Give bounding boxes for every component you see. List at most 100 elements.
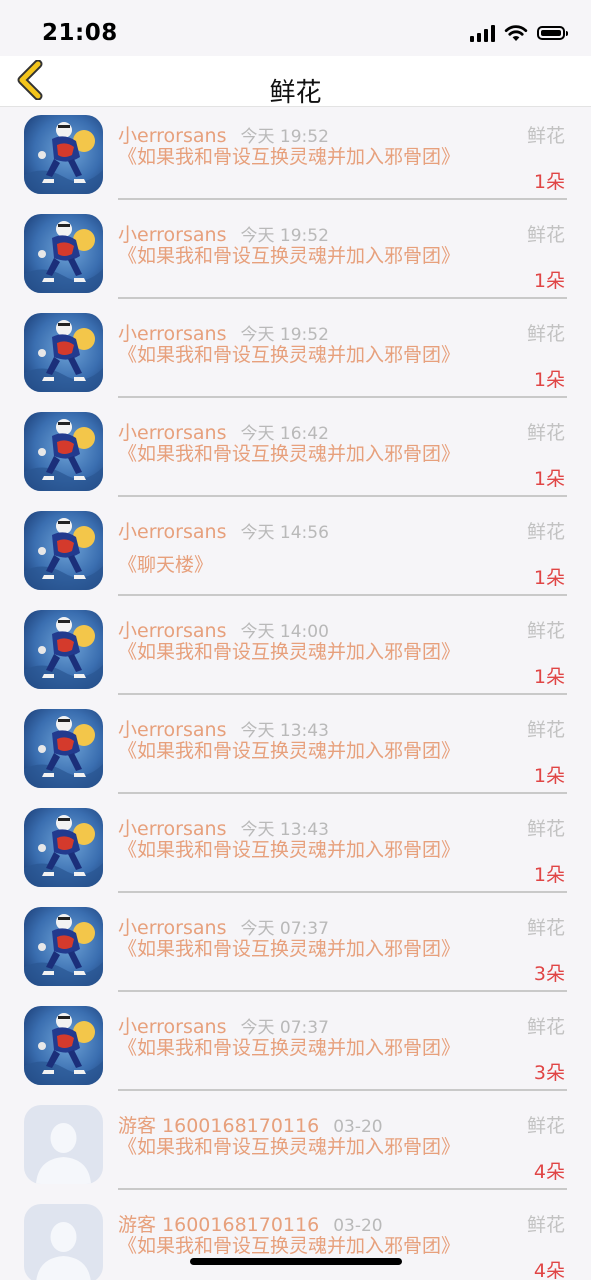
post-title-link[interactable]: 《如果我和骨设互换灵魂并加入邪骨团》 (118, 937, 488, 961)
gift-type-label: 鲜花 (526, 719, 565, 741)
gift-type-label: 鲜花 (526, 1016, 565, 1038)
avatar[interactable] (24, 808, 103, 887)
gift-count: 1朵 (533, 369, 565, 391)
user-name[interactable]: 小errorsans (118, 521, 226, 543)
user-line: 小errorsans 今天 13:43 (118, 814, 329, 841)
avatar[interactable] (24, 511, 103, 590)
list-item-body: 小errorsans 今天 14:00 鲜花 《如果我和骨设互换灵魂并加入邪骨团》… (118, 602, 567, 695)
gift-type-label: 鲜花 (526, 521, 565, 543)
list-item-body: 小errorsans 今天 19:52 鲜花 《如果我和骨设互换灵魂并加入邪骨团》… (118, 206, 567, 299)
list-item-body: 小errorsans 今天 07:37 鲜花 《如果我和骨设互换灵魂并加入邪骨团》… (118, 899, 567, 992)
user-name[interactable]: 小errorsans (118, 719, 226, 741)
list-item-4[interactable]: 小errorsans 今天 16:42 鲜花 《如果我和骨设互换灵魂并加入邪骨团》… (0, 404, 591, 503)
list-item-7[interactable]: 小errorsans 今天 13:43 鲜花 《如果我和骨设互换灵魂并加入邪骨团》… (0, 701, 591, 800)
status-bar: 21:08 (0, 0, 591, 56)
list-item-5[interactable]: 小errorsans 今天 14:56 鲜花 《聊天楼》 1朵 (0, 503, 591, 602)
gift-count: 4朵 (533, 1260, 565, 1280)
user-line: 小errorsans 今天 19:52 (118, 121, 329, 148)
list-item-body: 小errorsans 今天 19:52 鲜花 《如果我和骨设互换灵魂并加入邪骨团》… (118, 107, 567, 200)
gift-count: 3朵 (533, 963, 565, 985)
timestamp: 今天 19:52 (240, 325, 329, 345)
user-line: 小errorsans 今天 14:00 (118, 616, 329, 643)
gift-type-label: 鲜花 (526, 1214, 565, 1236)
user-line: 小errorsans 今天 13:43 (118, 715, 329, 742)
default-avatar-image (24, 1204, 103, 1280)
list-item-8[interactable]: 小errorsans 今天 13:43 鲜花 《如果我和骨设互换灵魂并加入邪骨团》… (0, 800, 591, 899)
gift-count: 1朵 (533, 864, 565, 886)
avatar[interactable] (24, 907, 103, 986)
gift-count: 1朵 (533, 270, 565, 292)
character-avatar-image (24, 808, 103, 887)
avatar[interactable] (24, 1006, 103, 1085)
gift-count: 1朵 (533, 567, 565, 589)
user-name[interactable]: 小errorsans (118, 1016, 226, 1038)
battery-icon (537, 26, 568, 40)
gift-count: 1朵 (533, 468, 565, 490)
list-item-6[interactable]: 小errorsans 今天 14:00 鲜花 《如果我和骨设互换灵魂并加入邪骨团》… (0, 602, 591, 701)
timestamp: 今天 19:52 (240, 127, 329, 147)
post-title-link[interactable]: 《如果我和骨设互换灵魂并加入邪骨团》 (118, 640, 488, 664)
user-name[interactable]: 游客 1600168170116 (118, 1214, 319, 1236)
post-title-link[interactable]: 《如果我和骨设互换灵魂并加入邪骨团》 (118, 145, 488, 169)
timestamp: 今天 14:00 (240, 622, 329, 642)
list-item-3[interactable]: 小errorsans 今天 19:52 鲜花 《如果我和骨设互换灵魂并加入邪骨团》… (0, 305, 591, 404)
user-name[interactable]: 小errorsans (118, 224, 226, 246)
list-item-body: 小errorsans 今天 16:42 鲜花 《如果我和骨设互换灵魂并加入邪骨团》… (118, 404, 567, 497)
timestamp: 今天 07:37 (240, 919, 329, 939)
timestamp: 今天 13:43 (240, 820, 329, 840)
avatar[interactable] (24, 1105, 103, 1184)
gift-count: 4朵 (533, 1161, 565, 1183)
gift-type-label: 鲜花 (526, 818, 565, 840)
character-avatar-image (24, 610, 103, 689)
post-title-link[interactable]: 《聊天楼》 (118, 553, 488, 577)
user-line: 小errorsans 今天 19:52 (118, 220, 329, 247)
list-item-10[interactable]: 小errorsans 今天 07:37 鲜花 《如果我和骨设互换灵魂并加入邪骨团》… (0, 998, 591, 1097)
post-title-link[interactable]: 《如果我和骨设互换灵魂并加入邪骨团》 (118, 739, 488, 763)
list-item-2[interactable]: 小errorsans 今天 19:52 鲜花 《如果我和骨设互换灵魂并加入邪骨团》… (0, 206, 591, 305)
user-name[interactable]: 游客 1600168170116 (118, 1115, 319, 1137)
avatar[interactable] (24, 214, 103, 293)
avatar[interactable] (24, 610, 103, 689)
post-title-link[interactable]: 《如果我和骨设互换灵魂并加入邪骨团》 (118, 1234, 488, 1258)
avatar[interactable] (24, 1204, 103, 1280)
gift-record-list: 小errorsans 今天 19:52 鲜花 《如果我和骨设互换灵魂并加入邪骨团》… (0, 107, 591, 1280)
avatar[interactable] (24, 709, 103, 788)
post-title-link[interactable]: 《如果我和骨设互换灵魂并加入邪骨团》 (118, 1135, 488, 1159)
post-title-link[interactable]: 《如果我和骨设互换灵魂并加入邪骨团》 (118, 343, 488, 367)
list-item-9[interactable]: 小errorsans 今天 07:37 鲜花 《如果我和骨设互换灵魂并加入邪骨团》… (0, 899, 591, 998)
list-item-1[interactable]: 小errorsans 今天 19:52 鲜花 《如果我和骨设互换灵魂并加入邪骨团》… (0, 107, 591, 206)
user-line: 游客 1600168170116 03-20 (118, 1210, 383, 1237)
post-title-link[interactable]: 《如果我和骨设互换灵魂并加入邪骨团》 (118, 244, 488, 268)
gift-type-label: 鲜花 (526, 1115, 565, 1137)
post-title-link[interactable]: 《如果我和骨设互换灵魂并加入邪骨团》 (118, 1036, 488, 1060)
gift-type-label: 鲜花 (526, 620, 565, 642)
character-avatar-image (24, 709, 103, 788)
user-line: 游客 1600168170116 03-20 (118, 1111, 383, 1138)
list-item-11[interactable]: 游客 1600168170116 03-20 鲜花 《如果我和骨设互换灵魂并加入邪… (0, 1097, 591, 1196)
user-name[interactable]: 小errorsans (118, 323, 226, 345)
gift-type-label: 鲜花 (526, 224, 565, 246)
list-item-body: 小errorsans 今天 13:43 鲜花 《如果我和骨设互换灵魂并加入邪骨团》… (118, 701, 567, 794)
avatar[interactable] (24, 412, 103, 491)
user-name[interactable]: 小errorsans (118, 818, 226, 840)
avatar[interactable] (24, 313, 103, 392)
user-line: 小errorsans 今天 07:37 (118, 1012, 329, 1039)
character-avatar-image (24, 115, 103, 194)
post-title-link[interactable]: 《如果我和骨设互换灵魂并加入邪骨团》 (118, 442, 488, 466)
user-line: 小errorsans 今天 07:37 (118, 913, 329, 940)
timestamp: 今天 19:52 (240, 226, 329, 246)
timestamp: 今天 16:42 (240, 424, 329, 444)
user-name[interactable]: 小errorsans (118, 917, 226, 939)
user-line: 小errorsans 今天 16:42 (118, 418, 329, 445)
user-name[interactable]: 小errorsans (118, 125, 226, 147)
gift-type-label: 鲜花 (526, 917, 565, 939)
post-title-link[interactable]: 《如果我和骨设互换灵魂并加入邪骨团》 (118, 838, 488, 862)
home-indicator (190, 1258, 402, 1265)
user-name[interactable]: 小errorsans (118, 422, 226, 444)
list-item-body: 游客 1600168170116 03-20 鲜花 《如果我和骨设互换灵魂并加入邪… (118, 1097, 567, 1190)
user-name[interactable]: 小errorsans (118, 620, 226, 642)
list-item-body: 小errorsans 今天 07:37 鲜花 《如果我和骨设互换灵魂并加入邪骨团》… (118, 998, 567, 1091)
list-item-12[interactable]: 游客 1600168170116 03-20 鲜花 《如果我和骨设互换灵魂并加入邪… (0, 1196, 591, 1280)
avatar[interactable] (24, 115, 103, 194)
timestamp: 今天 13:43 (240, 721, 329, 741)
